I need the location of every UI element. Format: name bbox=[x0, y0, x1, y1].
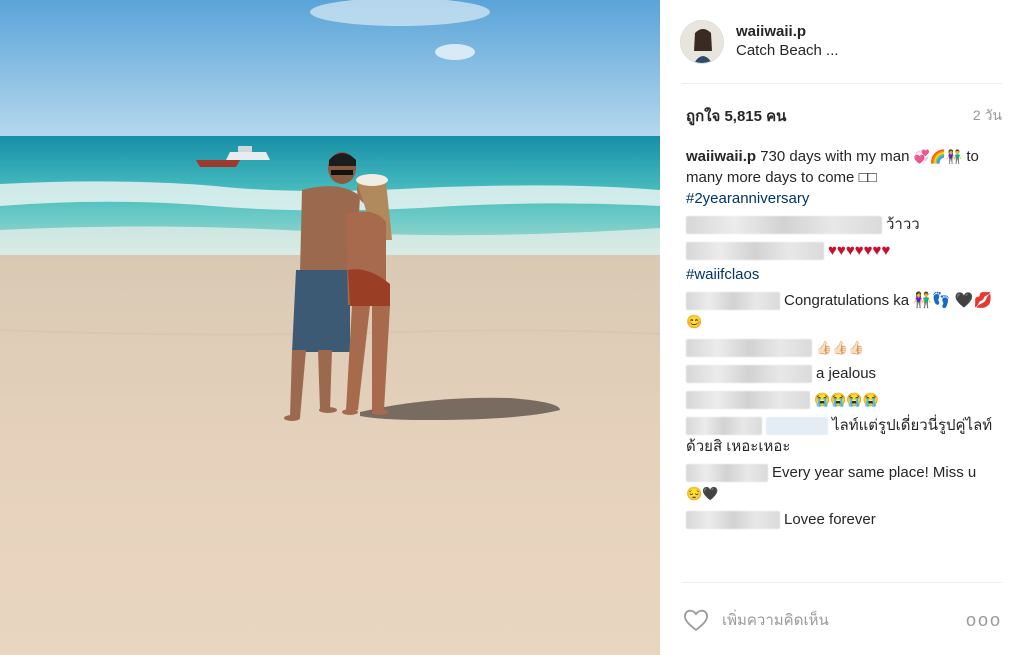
more-options-icon[interactable]: ooo bbox=[966, 610, 1002, 631]
blurred-username bbox=[686, 339, 812, 358]
comment-text-2: ด้วยสิ เหอะเหอะ bbox=[686, 438, 791, 455]
blurred-username bbox=[686, 365, 812, 384]
comment-item: 😭😭😭😭 bbox=[686, 389, 1002, 410]
caption-text-3: □□ bbox=[858, 169, 877, 186]
comment-bar: เพิ่มความคิดเห็น ooo bbox=[682, 600, 1002, 640]
blurred-username bbox=[686, 242, 824, 261]
comment-text: Every year same place! Miss u bbox=[772, 464, 977, 481]
comment-item: 👍🏻👍🏻👍🏻 bbox=[686, 337, 1002, 358]
post-photo[interactable] bbox=[0, 0, 660, 655]
blurred-username bbox=[686, 464, 768, 483]
add-comment-input[interactable]: เพิ่มความคิดเห็น bbox=[722, 608, 966, 632]
comment-item: ว้าวว bbox=[686, 214, 1002, 235]
caption-emoji: 💞🌈👫 bbox=[913, 149, 963, 164]
caption: waiiwaii.p 730 days with my man 💞🌈👫 to m… bbox=[686, 146, 1002, 209]
blurred-username bbox=[686, 417, 762, 436]
comment-text-2: 😔🖤 bbox=[686, 486, 719, 501]
comment-item: ไลท์แต่รูปเดี่ยวนี่รูปคู่ไลท์ ด้วยสิ เหอ… bbox=[686, 415, 1002, 457]
likes-count[interactable]: ถูกใจ 5,815 คน bbox=[686, 104, 786, 128]
divider bbox=[682, 83, 1002, 84]
post-username[interactable]: waiiwaii.p bbox=[736, 23, 839, 42]
comment-text: ว้าวว bbox=[886, 216, 920, 233]
comment-text: 😭😭😭😭 bbox=[814, 392, 879, 407]
comment-text: 👍🏻👍🏻👍🏻 bbox=[816, 340, 865, 355]
blurred-mention bbox=[766, 417, 828, 436]
post-location[interactable]: Catch Beach ... bbox=[736, 42, 839, 61]
caption-username[interactable]: waiiwaii.p bbox=[686, 148, 756, 165]
avatar[interactable] bbox=[680, 20, 724, 64]
comment-text: ♥♥♥♥♥♥♥ bbox=[828, 242, 891, 259]
comment-item: Every year same place! Miss u 😔🖤 bbox=[686, 462, 1002, 504]
divider bbox=[682, 582, 1002, 583]
comment-text: Lovee forever bbox=[784, 511, 876, 528]
comment-text: ไลท์แต่รูปเดี่ยวนี่รูปคู่ไลท์ bbox=[832, 417, 993, 434]
post-header: waiiwaii.p Catch Beach ... bbox=[680, 12, 1004, 72]
comment-item: #waiifclaos bbox=[686, 264, 1002, 285]
blurred-username bbox=[686, 292, 780, 311]
comment-item: Congratulations ka 👫👣 🖤💋 😊 bbox=[686, 290, 1002, 332]
comment-text: Congratulations ka 👫👣 🖤💋 bbox=[784, 292, 993, 309]
comment-item: a jealous bbox=[686, 363, 1002, 384]
comment-item: ♥♥♥♥♥♥♥ bbox=[686, 240, 1002, 261]
blurred-username bbox=[686, 391, 810, 410]
comment-text: a jealous bbox=[816, 365, 877, 382]
post-sidebar: waiiwaii.p Catch Beach ... ถูกใจ 5,815 ค… bbox=[660, 0, 1024, 655]
comment-hashtag[interactable]: #waiifclaos bbox=[686, 266, 759, 283]
comments-list: waiiwaii.p 730 days with my man 💞🌈👫 to m… bbox=[686, 146, 1002, 535]
blurred-username bbox=[686, 511, 780, 530]
caption-text: 730 days with my man bbox=[760, 148, 910, 165]
blurred-username bbox=[686, 216, 882, 235]
comment-item: Lovee forever bbox=[686, 509, 1002, 530]
caption-hashtag[interactable]: #2yearanniversary bbox=[686, 190, 809, 207]
likes-row: ถูกใจ 5,815 คน 2 วัน bbox=[686, 104, 1002, 128]
post-time[interactable]: 2 วัน bbox=[973, 105, 1002, 127]
heart-outline-icon[interactable] bbox=[682, 606, 710, 634]
comment-text-2: 😊 bbox=[686, 314, 703, 329]
